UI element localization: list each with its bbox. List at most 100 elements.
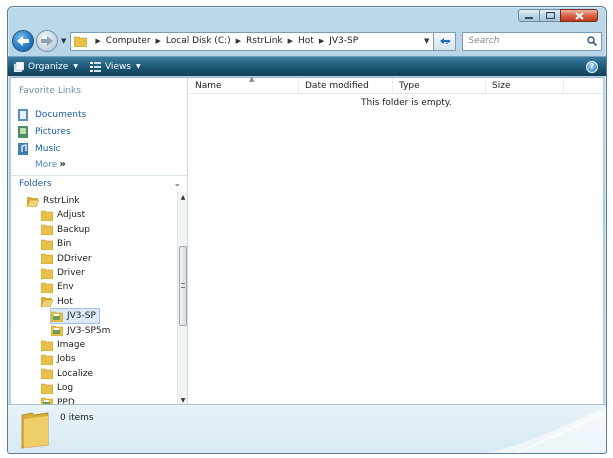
tree-item-bin[interactable]: Bin (41, 237, 71, 251)
back-button[interactable] (12, 30, 34, 52)
tree-item-jv3-sp5m[interactable]: JV3-SP5m (51, 324, 110, 338)
sort-arrow-icon: ▲ (249, 75, 255, 83)
refresh-icon (439, 38, 451, 45)
breadcrumb-rstrlink[interactable]: RstrLink (246, 36, 283, 46)
chevron-right-icon[interactable]: ▶ (288, 37, 293, 45)
tree-item-label: JV3-SP5m (67, 325, 111, 336)
breadcrumb-hot[interactable]: Hot (298, 36, 314, 46)
breadcrumb-computer[interactable]: Computer (106, 36, 151, 46)
caption-buttons (518, 9, 598, 22)
tree-item-label: Hot (57, 296, 73, 307)
navigation-pane: Favorite Links Documents Pictures Music … (11, 78, 188, 405)
tree-item-backup[interactable]: Backup (41, 223, 90, 237)
folder-icon (41, 268, 53, 279)
favorite-link-label: Documents (35, 109, 87, 120)
tree-item-driver[interactable]: Driver (41, 266, 85, 280)
tree-item-label: Bin (57, 239, 72, 250)
tree-item-env[interactable]: Env (41, 280, 74, 294)
tree-item-label: Localize (57, 368, 94, 379)
chevron-right-icon[interactable]: ▶ (319, 37, 324, 45)
forward-arrow-icon (41, 36, 53, 46)
column-header-date-modified[interactable]: Date modified (299, 78, 393, 94)
folder-icon (41, 282, 53, 293)
printer-folder-icon (51, 325, 63, 337)
organize-menu-button[interactable]: Organize ▼ (14, 61, 78, 72)
folder-icon (41, 354, 53, 365)
main-content: Favorite Links Documents Pictures Music … (11, 75, 603, 405)
tree-item-label: Adjust (57, 210, 86, 221)
address-bar[interactable]: ▶ Computer ▶ Local Disk (C:) ▶ RstrLink … (70, 31, 435, 51)
tree-item-adjust[interactable]: Adjust (41, 208, 85, 222)
back-arrow-icon (17, 36, 29, 46)
tree-item-image[interactable]: Image (41, 338, 85, 352)
tree-item-jobs[interactable]: Jobs (41, 352, 76, 366)
folder-tree-scrollbar[interactable]: ▲ ▼ (177, 192, 187, 405)
more-label: More (35, 160, 58, 170)
favorite-links-list: Documents Pictures Music (17, 106, 86, 157)
search-input[interactable]: Search (462, 31, 602, 51)
details-pane: 0 items (8, 404, 606, 453)
tree-item-ddriver[interactable]: DDriver (41, 252, 92, 266)
views-menu-button[interactable]: Views ▼ (89, 61, 141, 72)
tree-item-localize[interactable]: Localize (41, 367, 93, 381)
close-button[interactable] (560, 9, 598, 22)
tree-item-label: RstrLink (43, 196, 80, 206)
organize-icon (14, 61, 24, 72)
more-links-button[interactable]: More» (35, 159, 66, 170)
column-label: Size (492, 81, 511, 91)
favorite-link-pictures[interactable]: Pictures (17, 123, 86, 140)
help-icon: ? (589, 62, 595, 71)
printer-folder-icon (51, 311, 63, 322)
command-bar: Organize ▼ Views ▼ ? (8, 56, 606, 76)
folder-icon (41, 340, 53, 351)
folder-icon (41, 368, 53, 380)
folder-icon (41, 383, 53, 394)
large-folder-icon (21, 412, 49, 449)
views-label: Views (104, 61, 131, 72)
scrollbar-thumb[interactable] (179, 246, 187, 326)
file-list-pane: Name ▲ Date modified Type Size This fold… (189, 75, 603, 404)
empty-folder-message: This folder is empty. (361, 98, 452, 108)
recent-pages-dropdown[interactable]: ▼ (61, 37, 66, 45)
scroll-up-arrow[interactable]: ▲ (178, 192, 188, 202)
tree-item-label: Backup (57, 224, 90, 235)
minimize-button[interactable] (518, 9, 540, 22)
column-label: Type (399, 81, 420, 91)
folder-icon (41, 253, 53, 265)
column-header-type[interactable]: Type (393, 78, 486, 94)
forward-button[interactable] (36, 30, 58, 52)
search-icon[interactable] (587, 36, 597, 46)
column-header-name[interactable]: Name ▲ (189, 75, 299, 94)
breadcrumb-local-disk[interactable]: Local Disk (C:) (166, 36, 231, 46)
favorite-link-documents[interactable]: Documents (17, 106, 86, 123)
folder-open-icon (27, 196, 39, 207)
folder-icon (74, 36, 88, 47)
favorite-link-music[interactable]: Music (17, 140, 86, 157)
tree-item-hot[interactable]: Hot (41, 295, 73, 309)
help-button[interactable]: ? (586, 60, 598, 73)
address-dropdown-button[interactable]: ▼ (424, 37, 429, 45)
favorite-link-label: Music (35, 143, 61, 154)
tree-item-log[interactable]: Log (41, 381, 73, 395)
folders-header[interactable]: Folders ⌄ (11, 175, 187, 191)
column-header-size[interactable]: Size (486, 78, 564, 94)
folder-icon (41, 224, 53, 236)
breadcrumb-jv3-sp[interactable]: JV3-SP (329, 36, 358, 46)
chevron-down-icon: ⌄ (173, 178, 181, 189)
chevron-right-icon[interactable]: ▶ (156, 37, 161, 45)
tree-item-label: DDriver (57, 253, 92, 264)
refresh-button[interactable] (434, 31, 457, 51)
organize-label: Organize (28, 61, 69, 72)
close-icon (574, 11, 584, 20)
favorite-link-label: Pictures (35, 126, 71, 137)
column-headers: Name ▲ Date modified Type Size (189, 75, 603, 94)
item-count: 0 items (60, 413, 94, 423)
chevron-right-icon[interactable]: ▶ (236, 37, 241, 45)
folder-icon (41, 210, 53, 221)
tree-item-jv3-sp[interactable]: JV3-SP (50, 308, 100, 325)
decorative-swoosh (486, 407, 606, 453)
chevron-right-icon: ▶ (95, 37, 101, 45)
grip-icon (181, 283, 185, 288)
tree-item-rstrlink[interactable]: RstrLink (27, 194, 80, 208)
maximize-button[interactable] (539, 9, 561, 22)
